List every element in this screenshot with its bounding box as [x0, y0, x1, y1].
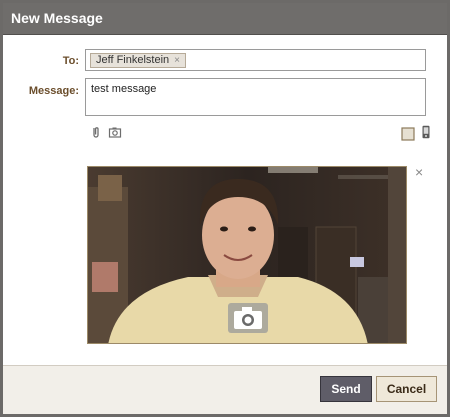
message-label: Message: [28, 85, 79, 97]
remove-recipient-icon[interactable]: × [174, 54, 180, 67]
recipient-name: Jeff Finkelstein [96, 54, 170, 66]
webcam-preview [87, 166, 407, 344]
to-field[interactable]: Jeff Finkelstein × [85, 49, 426, 71]
close-preview-icon[interactable]: × [415, 165, 423, 179]
message-field[interactable]: test message [85, 78, 426, 116]
checkbox-icon[interactable] [401, 127, 415, 141]
camera-icon[interactable] [108, 125, 122, 139]
webcam-image [88, 167, 406, 343]
dialog-title: New Message [3, 3, 447, 35]
paperclip-icon[interactable] [89, 125, 103, 139]
send-button[interactable]: Send [320, 376, 372, 402]
to-label: To: [62, 55, 79, 67]
cancel-button[interactable]: Cancel [376, 376, 437, 402]
mobile-phone-icon[interactable] [419, 125, 433, 139]
recipient-token: Jeff Finkelstein × [90, 53, 187, 68]
new-message-dialog: New Message To: Jeff Finkelstein × Messa… [0, 0, 450, 417]
dialog-footer: Send Cancel [3, 365, 447, 414]
